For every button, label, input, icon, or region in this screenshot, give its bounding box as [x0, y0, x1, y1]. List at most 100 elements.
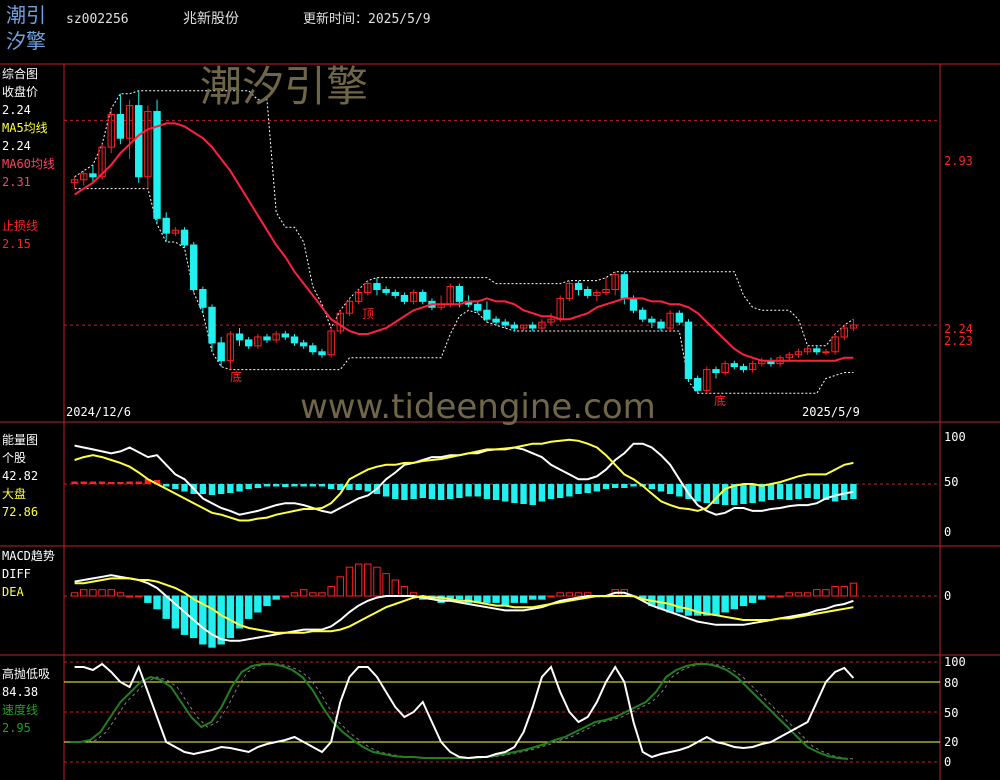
energy-bar [841, 484, 848, 500]
macd-bar [272, 595, 280, 600]
main-panel-title: 综合图 [2, 66, 38, 81]
candle-body [235, 333, 244, 341]
energy-bar [401, 484, 408, 500]
candle-body [391, 291, 399, 296]
energy-bar [786, 484, 793, 500]
update-time: 更新时间：2025/5/9 [303, 11, 431, 27]
energy-bar [703, 484, 711, 503]
macd-bar [244, 595, 253, 619]
panel-label: 速度线 [2, 702, 38, 717]
candle-body [657, 321, 665, 329]
energy-bar [529, 484, 536, 505]
candle-body [483, 309, 491, 320]
panel-label: 2.24 [2, 139, 31, 153]
energy-bar [602, 484, 610, 489]
osc-tick-0: 0 [944, 755, 951, 769]
macd-bar [135, 595, 143, 598]
macd-bar [776, 595, 784, 598]
macd-bar [748, 595, 757, 603]
energy-bar [621, 484, 628, 488]
energy-bar [666, 484, 674, 494]
candle-body [199, 288, 207, 308]
bottom-mark-2: 底 [714, 393, 726, 408]
candle-body [629, 297, 638, 311]
energy-bar [447, 484, 454, 499]
energy-tick-50: 50 [944, 475, 958, 489]
panel-label: 个股 [2, 451, 26, 465]
energy-bar [483, 484, 491, 499]
energy-bar [163, 484, 170, 487]
candle-body [208, 306, 216, 344]
logo-top: 潮引 [6, 3, 46, 27]
macd-bar [217, 595, 225, 645]
panel-label: 84.38 [2, 685, 38, 699]
candle-body [693, 377, 702, 391]
panel-label: MA60均线 [2, 157, 55, 171]
candle-body [373, 283, 381, 290]
energy-bar [511, 484, 518, 503]
candle-body [116, 113, 125, 139]
macd-bar [226, 595, 235, 639]
candle-body [309, 345, 317, 353]
stock-code: sz002256 [66, 12, 129, 27]
macd-bar [336, 576, 345, 597]
macd-bar [98, 589, 106, 597]
osc-tick-80: 80 [944, 676, 958, 690]
macd-bar [89, 589, 97, 597]
candle-body [263, 336, 271, 341]
macd-bar [538, 595, 546, 600]
energy-bar [428, 484, 436, 499]
candle-body [135, 105, 143, 178]
energy-bar [749, 484, 756, 503]
candle-body [583, 288, 592, 296]
macd-bar [510, 595, 519, 603]
energy-bar [584, 484, 591, 493]
macd-bar [574, 592, 583, 597]
macd-bar [116, 592, 125, 597]
panel-label: 大盘 [2, 486, 26, 501]
energy-bar [676, 484, 683, 497]
macd-bar [382, 573, 390, 597]
energy-bar [795, 484, 802, 499]
candle-body [299, 342, 308, 347]
macd-bar [849, 582, 858, 597]
panel-label: DIFF [2, 567, 31, 581]
macd-bar [767, 595, 775, 598]
energy-bar [776, 484, 784, 499]
macd-bar [80, 589, 88, 597]
macd-bar [831, 585, 839, 597]
macd-bar [501, 595, 509, 607]
candle-body [684, 321, 693, 379]
panel-label: 2.95 [2, 721, 31, 735]
macd-bar [281, 595, 290, 598]
energy-bar [71, 481, 78, 484]
candle-body [739, 366, 748, 371]
brand-watermark: 潮汐引擎 [200, 62, 368, 111]
main-tick-223: 2.23 [944, 334, 973, 348]
energy-bar [557, 484, 564, 498]
osc-tick-50: 50 [944, 706, 958, 720]
macd-bar [813, 589, 821, 597]
energy-bar [364, 484, 371, 492]
energy-bar [300, 484, 307, 487]
energy-bar [382, 484, 390, 497]
candle-body [675, 312, 684, 323]
url-watermark: www.tideengine.com [300, 387, 656, 427]
energy-bar [456, 484, 463, 498]
macd-bar [107, 589, 115, 597]
macd-bar [840, 585, 848, 597]
energy-bar [208, 484, 216, 495]
macd-bar [739, 595, 748, 607]
candle-body [813, 348, 821, 353]
panel-label: 2.31 [2, 175, 31, 189]
candle-body [89, 173, 97, 178]
energy-bar [135, 481, 142, 484]
candle-body [648, 318, 656, 323]
panel-label: 42.82 [2, 469, 38, 483]
candle-body [419, 291, 427, 302]
macd-bar [125, 595, 134, 598]
panel-label: 2.24 [2, 103, 31, 117]
energy-bar [804, 484, 811, 498]
macd-bar [290, 592, 299, 597]
candle-body [281, 333, 290, 338]
